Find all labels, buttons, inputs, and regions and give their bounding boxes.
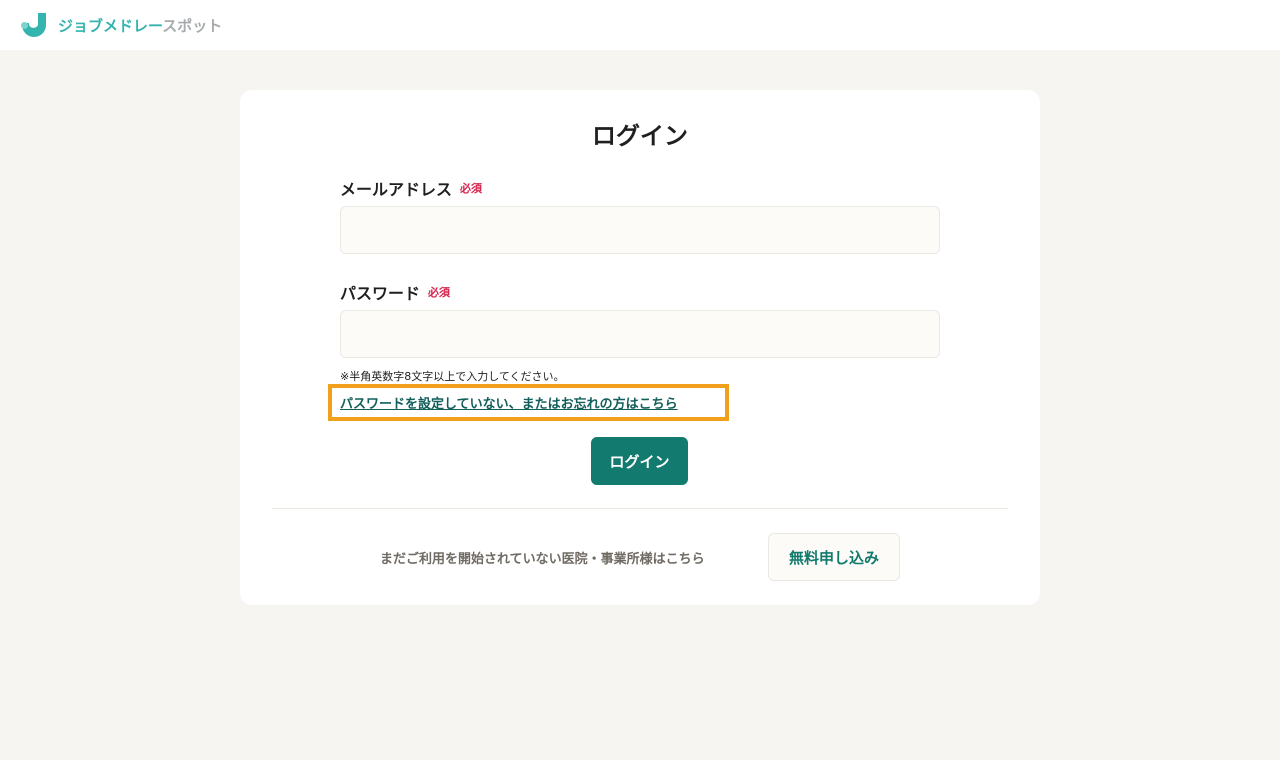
page-title: ログイン — [592, 122, 688, 150]
jobmedley-logo-icon — [21, 13, 46, 37]
signup-prompt: まだご利用を開始されていない医院・事業所様はこちら — [380, 552, 705, 567]
forgot-password-link[interactable]: パスワードを設定していない、またはお忘れの方はこちら — [340, 393, 678, 412]
logo-text-primary: ジョブメドレー — [58, 16, 163, 35]
email-label: メールアドレス 必須 — [340, 176, 482, 200]
password-label-text: パスワード — [340, 284, 421, 303]
top-header: ジョブメドレースポット — [0, 0, 1280, 50]
login-button[interactable]: ログイン — [591, 437, 688, 485]
password-label: パスワード 必須 — [340, 280, 450, 304]
logo-text-secondary: スポット — [162, 16, 223, 35]
password-hint: ※半角英数字8文字以上で入力してください。 — [340, 370, 565, 383]
free-signup-button[interactable]: 無料申し込み — [768, 533, 900, 581]
email-label-text: メールアドレス — [340, 180, 453, 199]
email-input[interactable] — [340, 206, 940, 254]
logo-text: ジョブメドレースポット — [58, 15, 222, 36]
forgot-password-highlight: パスワードを設定していない、またはお忘れの方はこちら — [328, 384, 729, 421]
brand-logo[interactable]: ジョブメドレースポット — [20, 10, 222, 40]
email-required-badge: 必須 — [460, 182, 483, 195]
section-divider — [272, 508, 1008, 509]
login-card: ログイン メールアドレス 必須 パスワード 必須 ※半角英数字8文字以上で入力し… — [240, 90, 1040, 605]
password-required-badge: 必須 — [428, 286, 451, 299]
password-input[interactable] — [340, 310, 940, 358]
